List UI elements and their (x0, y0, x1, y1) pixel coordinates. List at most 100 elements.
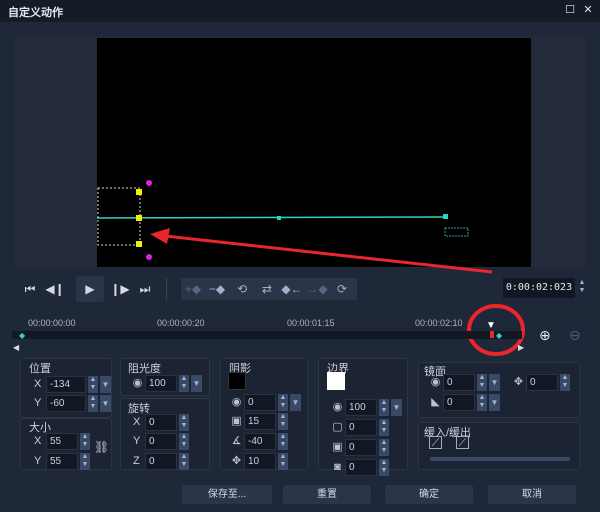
border-color-swatch[interactable] (327, 372, 345, 390)
swap-keyframes-icon[interactable]: ⇄ (256, 279, 278, 299)
blur-icon: ▣ (332, 441, 343, 453)
rotation-z-spinner[interactable]: ▲ ▼ (179, 453, 189, 470)
motion-path-overlay (96, 180, 469, 260)
duplicate-keyframe-icon[interactable]: ⟳ (331, 279, 353, 299)
position-x-dropdown[interactable]: ▼ (100, 376, 111, 393)
path-node[interactable] (443, 214, 448, 219)
rotation-y-spinner[interactable]: ▲ ▼ (179, 433, 189, 450)
shadow-opacity-spinner[interactable]: ▲ ▼ (278, 394, 288, 411)
remove-keyframe-icon[interactable]: −◆ (206, 279, 228, 299)
opacity-dropdown[interactable]: ▼ (191, 375, 202, 392)
size-y-spinner[interactable]: ▲ ▼ (80, 453, 90, 470)
shadow-distance-spinner[interactable]: ▲ ▼ (278, 453, 288, 470)
previous-keyframe-icon[interactable]: ◆← (281, 279, 303, 299)
mirror-opacity-spinner[interactable]: ▲ ▼ (477, 374, 487, 391)
scroll-left-icon[interactable]: ◀ (13, 343, 19, 352)
opacity-spinner[interactable]: ▲ ▼ (179, 375, 189, 392)
position-y-input[interactable]: -60 (46, 395, 86, 412)
keyframe-marker[interactable]: ◆ (496, 331, 502, 340)
size-x-label: X (34, 435, 42, 447)
mirror-fade-input[interactable]: 0 (443, 394, 475, 411)
mirror-opacity-dropdown[interactable]: ▼ (489, 374, 500, 391)
border-opacity-spinner[interactable]: ▲ ▼ (379, 399, 389, 416)
position-y-dropdown[interactable]: ▼ (100, 395, 111, 412)
position-y-spinner[interactable]: ▲ ▼ (88, 395, 98, 412)
zoom-in-icon[interactable]: ⊕ (539, 327, 551, 344)
add-keyframe-icon[interactable]: +◆ (182, 279, 204, 299)
maximize-icon[interactable]: ☐ (564, 4, 576, 16)
border-inner-spinner[interactable]: ▲ ▼ (379, 459, 389, 476)
next-keyframe-icon[interactable]: →◆ (306, 279, 328, 299)
save-to-button[interactable]: 保存至... (182, 485, 272, 504)
ease-slider[interactable] (430, 457, 570, 461)
move-icon: ✥ (513, 376, 524, 388)
position-y-label: Y (34, 397, 42, 409)
go-to-end-button[interactable]: ⏭ (134, 278, 156, 300)
border-width-input[interactable]: 0 (345, 419, 377, 436)
border-inner-input[interactable]: 0 (345, 459, 377, 476)
close-icon[interactable]: ✕ (582, 4, 594, 16)
mirror-fade-dropdown[interactable]: ▼ (489, 394, 500, 411)
rotate-handle[interactable] (146, 180, 152, 186)
reverse-keyframes-icon[interactable]: ⟲ (231, 279, 253, 299)
shadow-distance-input[interactable]: 10 (244, 453, 276, 470)
ruler-label: 00:00:00:20 (157, 318, 205, 328)
angle-icon: ∡ (231, 435, 242, 447)
go-to-start-button[interactable]: ⏮ (19, 278, 41, 300)
rotation-x-input[interactable]: 0 (145, 414, 177, 431)
position-x-spinner[interactable]: ▲ ▼ (88, 376, 98, 393)
distance-icon: ✥ (231, 455, 242, 467)
object-bounds (97, 187, 141, 246)
keyframe-marker[interactable]: ◆ (19, 331, 25, 340)
mirror-offset-spinner[interactable]: ▲ ▼ (560, 374, 570, 391)
size-x-input[interactable]: 55 (46, 433, 78, 450)
shadow-blur-input[interactable]: 15 (244, 413, 276, 430)
cancel-button[interactable]: 取消 (488, 485, 576, 504)
timecode-spinner[interactable]: ▲ ▼ (577, 279, 587, 296)
scroll-right-icon[interactable]: ▶ (518, 343, 524, 352)
playhead-handle[interactable]: ▼ (486, 320, 496, 331)
previous-frame-button[interactable]: ◀❙ (44, 278, 66, 300)
opacity-input[interactable]: 100 (145, 375, 177, 392)
rotation-x-spinner[interactable]: ▲ ▼ (179, 414, 189, 431)
position-x-input[interactable]: -134 (46, 376, 86, 393)
keyframe-handle[interactable] (136, 241, 142, 247)
path-node[interactable] (277, 216, 281, 220)
rotation-y-input[interactable]: 0 (145, 433, 177, 450)
border-blur-input[interactable]: 0 (345, 439, 377, 456)
ok-button[interactable]: 确定 (385, 485, 473, 504)
shadow-opacity-dropdown[interactable]: ▼ (290, 394, 301, 411)
rotate-handle[interactable] (146, 254, 152, 260)
border-blur-spinner[interactable]: ▲ ▼ (379, 439, 389, 456)
link-aspect-icon[interactable]: ⛓ (94, 440, 109, 454)
opacity-icon: ◉ (332, 401, 343, 413)
next-frame-button[interactable]: ❙▶ (109, 278, 131, 300)
ease-out-icon[interactable]: ⟋ (456, 436, 469, 449)
fade-icon: ◣ (431, 396, 440, 408)
rotation-z-input[interactable]: 0 (145, 453, 177, 470)
border-opacity-input[interactable]: 100 (345, 399, 377, 416)
mirror-offset-input[interactable]: 0 (526, 374, 558, 391)
border-width-spinner[interactable]: ▲ ▼ (379, 419, 389, 436)
divider (166, 278, 167, 300)
keyframe-handle[interactable] (136, 189, 142, 195)
timecode-display[interactable]: 0:00:02:023 (503, 278, 575, 298)
shadow-color-swatch[interactable] (228, 372, 246, 390)
keyframe-handle[interactable] (136, 215, 142, 221)
shadow-angle-input[interactable]: -40 (244, 433, 276, 450)
shadow-angle-spinner[interactable]: ▲ ▼ (278, 433, 288, 450)
shadow-blur-spinner[interactable]: ▲ ▼ (278, 413, 288, 430)
size-y-input[interactable]: 55 (46, 453, 78, 470)
shadow-opacity-input[interactable]: 0 (244, 394, 276, 411)
size-x-spinner[interactable]: ▲ ▼ (80, 433, 90, 450)
border-opacity-dropdown[interactable]: ▼ (391, 399, 402, 416)
zoom-out-icon[interactable]: ⊖ (569, 327, 581, 344)
timeline-track[interactable] (12, 331, 522, 339)
play-button[interactable]: ▶ (76, 276, 104, 302)
video-canvas[interactable] (96, 38, 531, 267)
ease-in-icon[interactable]: ⟋ (429, 436, 442, 449)
mirror-fade-spinner[interactable]: ▲ ▼ (477, 394, 487, 411)
reset-button[interactable]: 重置 (283, 485, 371, 504)
border-width-icon: ▢ (332, 421, 343, 433)
mirror-opacity-input[interactable]: 0 (443, 374, 475, 391)
